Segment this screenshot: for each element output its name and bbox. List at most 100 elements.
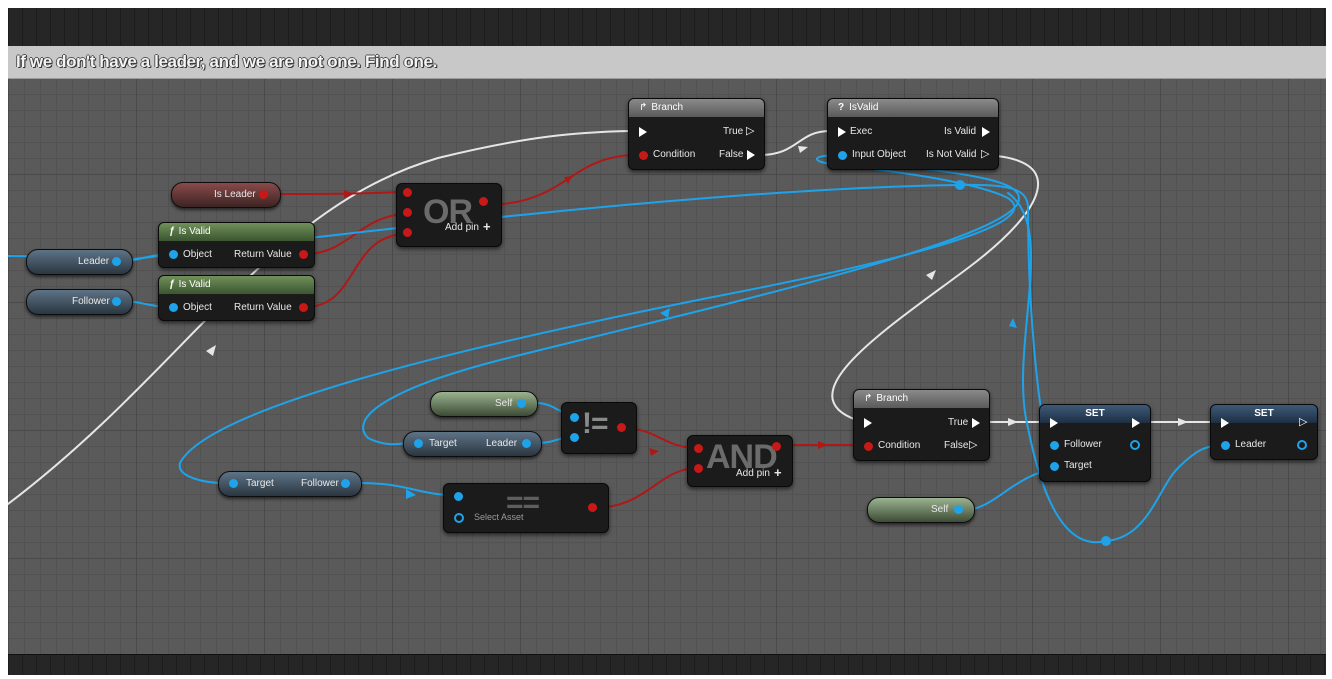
- or-output-pin[interactable]: [479, 197, 488, 206]
- is-valid-1-title: Is Valid: [178, 226, 211, 237]
- set-leader-node[interactable]: SET ▷ Leader: [1210, 404, 1318, 460]
- branch-node-2[interactable]: ↱ Branch True Condition False ▷: [853, 389, 990, 461]
- branch-1-true-pin[interactable]: ▷: [746, 126, 754, 137]
- and-input-pin-a[interactable]: [694, 444, 703, 453]
- branch-2-header: ↱ Branch: [854, 390, 989, 408]
- get-follower-output-pin[interactable]: [341, 479, 350, 488]
- function-icon: ƒ: [169, 279, 175, 290]
- and-output-pin[interactable]: [772, 442, 781, 451]
- is-valid-2-return-pin[interactable]: [299, 303, 308, 312]
- branch-1-condition-pin[interactable]: [639, 151, 648, 160]
- get-leader-target-pin[interactable]: [414, 439, 423, 448]
- isvalid-exec-in-pin[interactable]: [838, 127, 846, 137]
- branch-2-true-pin[interactable]: [972, 418, 980, 428]
- branch-1-title: Branch: [651, 102, 684, 113]
- set-follower-value-label: Follower: [1064, 439, 1102, 450]
- or-input-pin-b[interactable]: [403, 208, 412, 217]
- object-wires: [8, 154, 1227, 544]
- get-leader-node[interactable]: Target Leader: [403, 431, 542, 457]
- isvalid-exec-label: Exec: [850, 126, 873, 137]
- set-leader-value-pin[interactable]: [1221, 441, 1230, 450]
- branch-2-false-pin[interactable]: ▷: [969, 440, 977, 451]
- follower-variable-output-pin[interactable]: [112, 297, 121, 306]
- is-leader-output-pin[interactable]: [259, 190, 268, 199]
- or-add-pin-label[interactable]: Add pin: [445, 222, 479, 233]
- self-bottom-label: Self: [931, 504, 949, 515]
- not-equal-input-a-pin[interactable]: [570, 413, 579, 422]
- object-wire-loop: [1007, 192, 1227, 544]
- is-valid-1-object-label: Object: [183, 249, 212, 260]
- not-equal-node[interactable]: !=: [561, 402, 637, 454]
- branch-1-true-label: True: [723, 126, 744, 137]
- self-top-output-pin[interactable]: [517, 399, 526, 408]
- and-add-pin-label[interactable]: Add pin: [736, 468, 770, 479]
- set-leader-exec-out-pin[interactable]: ▷: [1299, 417, 1307, 428]
- set-leader-exec-in-pin[interactable]: [1221, 418, 1229, 428]
- is-valid-1-return-pin[interactable]: [299, 250, 308, 259]
- branch-1-exec-in-pin[interactable]: [639, 127, 647, 137]
- branch-2-true-label: True: [948, 417, 969, 428]
- leader-variable-output-pin[interactable]: [112, 257, 121, 266]
- isvalid-is-valid-pin[interactable]: [982, 127, 990, 137]
- is-valid-function-node-1[interactable]: ƒ Is Valid Object Return Value: [158, 222, 315, 268]
- is-valid-1-object-pin[interactable]: [169, 250, 178, 259]
- set-follower-exec-out-pin[interactable]: [1132, 418, 1140, 428]
- or-node[interactable]: OR Add pin +: [396, 183, 502, 247]
- and-input-pin-b[interactable]: [694, 464, 703, 473]
- self-variable-bottom[interactable]: Self: [867, 497, 975, 523]
- bool-wire-or-branch: [483, 154, 639, 206]
- leader-variable-label: Leader: [78, 256, 110, 267]
- isvalid-is-not-valid-label: Is Not Valid: [926, 149, 977, 160]
- set-follower-exec-in-pin[interactable]: [1050, 418, 1058, 428]
- bool-wire-isleader-or: [269, 191, 404, 195]
- equal-node[interactable]: == Select Asset: [443, 483, 609, 533]
- equal-input-b-pin[interactable]: [454, 513, 464, 523]
- set-follower-output-pin[interactable]: [1130, 440, 1140, 450]
- isvalid-input-object-pin[interactable]: [838, 151, 847, 160]
- plus-icon[interactable]: +: [774, 465, 782, 480]
- branch-2-title: Branch: [876, 393, 909, 404]
- branch-2-exec-in-pin[interactable]: [864, 418, 872, 428]
- set-follower-target-pin[interactable]: [1050, 462, 1059, 471]
- or-input-pin-a[interactable]: [403, 188, 412, 197]
- set-follower-node[interactable]: SET Follower Target: [1039, 404, 1151, 482]
- screenshot-frame: If we don't have a leader, and we are no…: [0, 0, 1332, 679]
- select-asset-label[interactable]: Select Asset: [474, 512, 524, 522]
- is-valid-2-object-pin[interactable]: [169, 303, 178, 312]
- get-follower-output-label: Follower: [301, 478, 339, 489]
- get-leader-target-label: Target: [429, 438, 457, 449]
- get-leader-output-pin[interactable]: [522, 439, 531, 448]
- isvalid-input-object-label: Input Object: [852, 149, 906, 160]
- equal-input-a-pin[interactable]: [454, 492, 463, 501]
- get-follower-target-pin[interactable]: [229, 479, 238, 488]
- isvalid-macro-node[interactable]: ? IsValid Exec Is Valid Input Object Is N…: [827, 98, 999, 170]
- is-leader-variable[interactable]: Is Leader: [171, 182, 281, 208]
- get-follower-node[interactable]: Target Follower: [218, 471, 362, 497]
- and-node[interactable]: AND Add pin +: [687, 435, 793, 487]
- is-valid-function-node-2[interactable]: ƒ Is Valid Object Return Value: [158, 275, 315, 321]
- blueprint-graph-canvas[interactable]: If we don't have a leader, and we are no…: [8, 8, 1326, 675]
- set-follower-title: SET: [1085, 408, 1105, 419]
- branch-node-1[interactable]: ↱ Branch True ▷ Condition False: [628, 98, 765, 170]
- self-bottom-output-pin[interactable]: [954, 505, 963, 514]
- leader-variable[interactable]: Leader: [26, 249, 133, 275]
- branch-2-false-label: False: [944, 440, 969, 451]
- set-leader-output-pin[interactable]: [1297, 440, 1307, 450]
- equal-output-pin[interactable]: [588, 503, 597, 512]
- branch-2-condition-pin[interactable]: [864, 442, 873, 451]
- self-variable-top[interactable]: Self: [430, 391, 538, 417]
- branch-1-false-pin[interactable]: [747, 150, 755, 160]
- branch-1-false-label: False: [719, 149, 744, 160]
- plus-icon[interactable]: +: [483, 219, 491, 234]
- follower-variable[interactable]: Follower: [26, 289, 133, 315]
- not-equal-input-b-pin[interactable]: [570, 433, 579, 442]
- set-follower-value-pin[interactable]: [1050, 441, 1059, 450]
- isvalid-macro-title: IsValid: [849, 102, 879, 113]
- or-input-pin-c[interactable]: [403, 228, 412, 237]
- isvalid-is-not-valid-pin[interactable]: ▷: [981, 149, 989, 160]
- not-equal-output-pin[interactable]: [617, 423, 626, 432]
- branch-1-header: ↱ Branch: [629, 99, 764, 117]
- isvalid-macro-header: ? IsValid: [828, 99, 998, 117]
- get-leader-output-label: Leader: [486, 438, 518, 449]
- bool-wire-isvalid2-or: [304, 233, 404, 308]
